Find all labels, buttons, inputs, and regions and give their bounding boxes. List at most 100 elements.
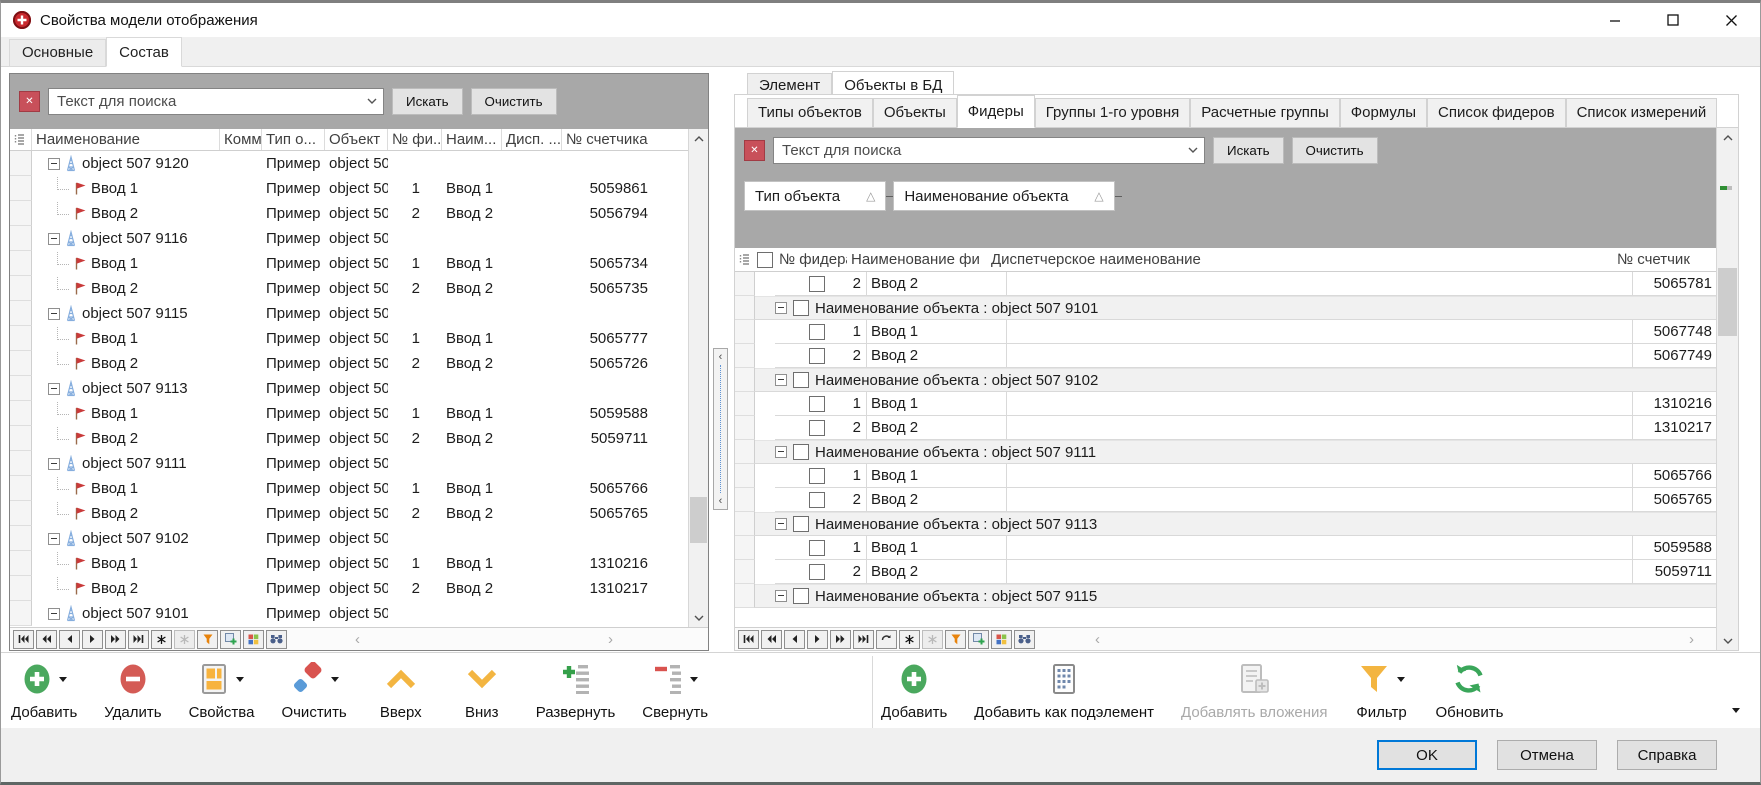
row-header-cell[interactable] [10,501,32,526]
col-dispatcher-name[interactable]: Диспетчерское наименование [987,248,1613,271]
row-header-cell[interactable] [735,320,755,344]
nav-button[interactable] [266,630,287,649]
action-button[interactable]: Очистить [281,656,346,721]
main-tab[interactable]: Основные [9,39,106,66]
row-header-cell[interactable] [10,226,32,251]
collapse-box-icon[interactable] [48,608,60,620]
grid-row[interactable]: 1 Ввод 1 5065766 [735,464,1716,488]
row-header-cell[interactable] [10,401,32,426]
tree-row[interactable]: object 507 9116 object 507 9116 Пример [10,226,688,251]
tree-row[interactable]: Ввод 2 Ввод 2 Пример object 50 [10,576,688,601]
tree-row[interactable]: object 507 9120 object 507 9120 Пример [10,151,688,176]
grid-row[interactable]: Наименование объекта : object 507 9113 [735,512,1716,536]
grid-row[interactable]: 2 Ввод 2 1310217 [735,416,1716,440]
row-header-cell[interactable] [10,526,32,551]
dropdown-arrow-icon[interactable] [236,677,244,682]
main-tab[interactable]: Состав [106,37,182,67]
tree-row[interactable]: Ввод 1 Ввод 1 Пример object 50 [10,251,688,276]
collapse-box-icon[interactable] [775,446,787,458]
nav-button[interactable] [36,630,57,649]
nav-button[interactable] [830,630,851,649]
nav-button[interactable] [853,630,874,649]
sort-ascending-icon[interactable]: △ [866,189,875,203]
scroll-down-icon[interactable] [689,608,708,627]
splitter-collapse-icon[interactable]: ‹ [719,352,723,362]
row-header-cell[interactable] [10,176,32,201]
row-header-cell[interactable] [735,512,755,536]
row-header-cell[interactable] [10,426,32,451]
grid-row[interactable]: 1 Ввод 1 5067748 [735,320,1716,344]
sub-tab[interactable]: Список измерений [1566,98,1718,127]
group-row[interactable]: Наименование объекта : object 507 9111 [755,440,1716,464]
maximize-button[interactable] [1644,3,1702,37]
row-checkbox[interactable] [809,276,825,292]
group-by-chip[interactable]: Наименование объекта △ [893,181,1114,211]
ok-button[interactable]: OK [1377,740,1477,770]
right-search-input[interactable] [774,142,1182,159]
scroll-up-icon[interactable] [1717,128,1738,147]
nav-button[interactable] [105,630,126,649]
row-header-cell[interactable] [10,301,32,326]
row-header-cell[interactable] [10,451,32,476]
col-dispatcher[interactable]: Дисп. ... [502,129,562,150]
col-object[interactable]: Объект [325,129,388,150]
action-button[interactable]: Добавить как подэлемент [974,656,1154,721]
sort-ascending-icon[interactable]: △ [1094,189,1103,203]
tree-row[interactable]: Ввод 1 Ввод 1 Пример object 50 [10,551,688,576]
hscroll-right-icon[interactable]: › [1689,628,1694,650]
nav-button[interactable] [945,630,966,649]
col-objtype[interactable]: Тип о... [262,129,325,150]
action-button[interactable]: Свойства [189,656,255,721]
group-checkbox[interactable] [793,516,809,532]
tree-row[interactable]: object 507 9102 object 507 9102 Пример [10,526,688,551]
right-search-button[interactable]: Искать [1213,137,1284,164]
collapse-box-icon[interactable] [48,308,60,320]
close-button[interactable] [1702,3,1760,37]
action-button[interactable]: Добавить [881,656,947,721]
dropdown-arrow-icon[interactable] [331,677,339,682]
row-checkbox[interactable] [809,324,825,340]
nav-button[interactable] [82,630,103,649]
tree-row[interactable]: object 507 9101 object 507 9101 Пример [10,601,688,626]
grid-row[interactable]: Наименование объекта : object 507 9101 [735,296,1716,320]
row-header-cell[interactable] [735,536,755,560]
tree-row[interactable]: object 507 9111 object 507 9111 Пример [10,451,688,476]
right-tab[interactable]: Элемент [747,73,832,95]
right-search-combobox[interactable] [773,137,1205,164]
row-checkbox[interactable] [809,420,825,436]
row-checkbox[interactable] [809,468,825,484]
row-header-cell[interactable] [10,251,32,276]
row-header-cell[interactable] [735,560,755,584]
tree-row[interactable]: Ввод 2 Ввод 2 Пример object 50 [10,201,688,226]
row-header-cell[interactable] [735,584,755,608]
col-feeder-name[interactable]: Наим... [442,129,502,150]
row-header-cell[interactable] [10,351,32,376]
scroll-thumb[interactable] [690,497,707,543]
row-checkbox[interactable] [809,564,825,580]
scroll-up-icon[interactable] [689,129,708,148]
row-header-cell[interactable] [735,368,755,392]
sub-tab[interactable]: Группы 1-го уровня [1035,98,1191,127]
row-header-cell[interactable] [735,488,755,512]
grid-row[interactable]: 1 Ввод 1 5059588 [735,536,1716,560]
tree-row[interactable]: Ввод 2 Ввод 2 Пример object 50 [10,351,688,376]
nav-button[interactable] [243,630,264,649]
nav-button[interactable] [220,630,241,649]
row-header-cell[interactable] [735,416,755,440]
nav-button[interactable] [807,630,828,649]
grid-row[interactable]: Наименование объекта : object 507 9115 [735,584,1716,608]
collapse-box-icon[interactable] [48,533,60,545]
group-row[interactable]: Наименование объекта : object 507 9115 [755,584,1716,608]
tree-row[interactable]: Ввод 2 Ввод 2 Пример object 50 [10,501,688,526]
action-button[interactable]: Развернуть [536,656,616,721]
col-feeder-no[interactable]: № фи... [388,129,442,150]
collapse-box-icon[interactable] [775,374,787,386]
dropdown-arrow-icon[interactable] [690,677,698,682]
scroll-down-icon[interactable] [1717,631,1738,650]
tree-row[interactable]: Ввод 1 Ввод 1 Пример object 50 [10,401,688,426]
row-header-cell[interactable] [735,296,755,320]
col-name[interactable]: Наименование [32,129,220,150]
scroll-thumb[interactable] [1718,268,1737,336]
grid-row[interactable]: Наименование объекта : object 507 9102 [735,368,1716,392]
action-button[interactable]: Добавить [11,656,77,721]
